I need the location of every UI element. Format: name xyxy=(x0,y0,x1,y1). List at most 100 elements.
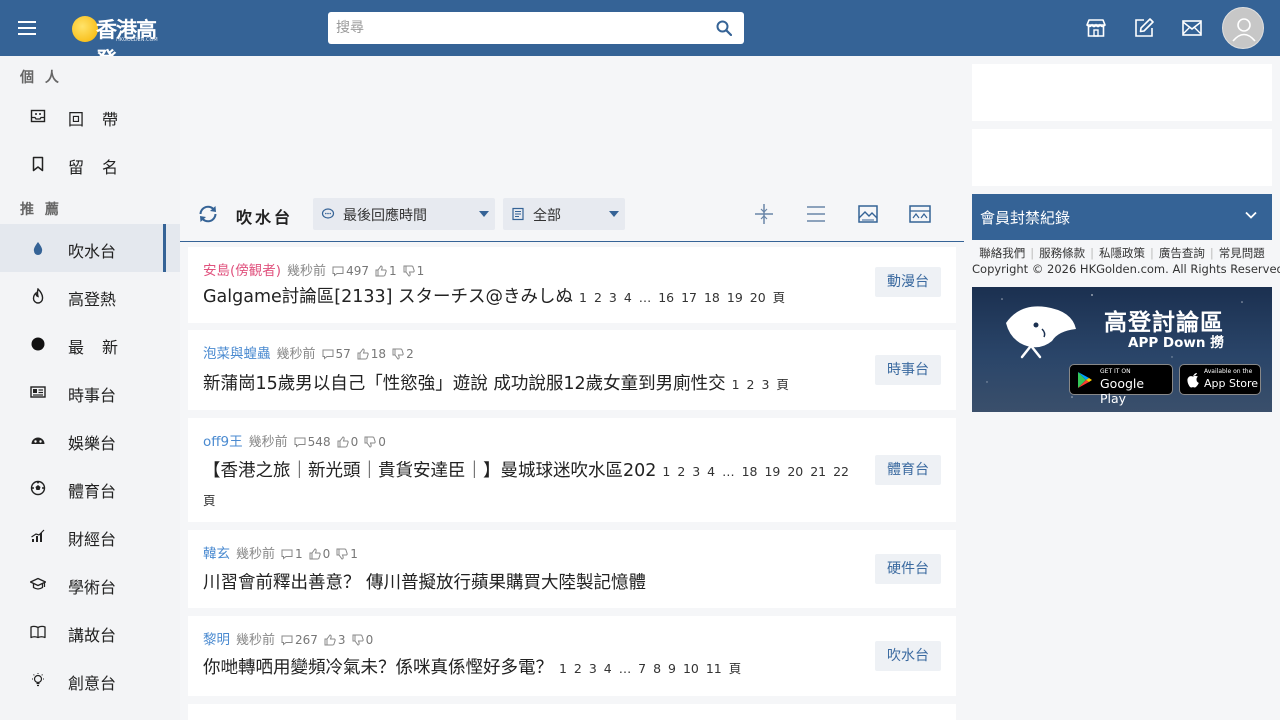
refresh-icon[interactable] xyxy=(196,202,220,226)
post-card[interactable]: 安島(傍観者) 幾秒前 497 1 1 Galgame討論區[2133] スターチス@きみ… xyxy=(188,247,956,323)
sidebar-item-latest[interactable]: 最新 xyxy=(0,320,180,368)
thumbs-up-icon xyxy=(375,265,387,277)
sidebar-item-hot[interactable]: 高登熱 xyxy=(0,272,180,320)
post-card[interactable]: 泡菜與蝗蟲 幾秒前 57 18 2 新蒲崗15歲男以自己「性慾強」遊說 成功說服12歲女童… xyxy=(188,330,956,410)
footer-links: 聯絡我們 | 服務條款 | 私隱政策 | 廣告查詢 | 常見問題 xyxy=(979,246,1265,260)
search-icon[interactable] xyxy=(716,20,732,36)
reply-count: 57 xyxy=(322,347,351,361)
post-card[interactable] xyxy=(188,704,956,720)
lightbulb-icon xyxy=(32,673,44,687)
search-input[interactable] xyxy=(328,12,698,44)
post-author[interactable]: 黎明 xyxy=(203,632,230,648)
post-title-text: 新蒲崗15歲男以自己「性慾強」遊說 成功說服12歲女童到男廁性交 xyxy=(203,374,726,394)
sidebar-item-chat[interactable]: 吹水台 xyxy=(0,224,180,272)
thumbs-up-icon xyxy=(337,436,349,448)
post-title[interactable]: 新蒲崗15歲男以自己「性慾強」遊說 成功說服12歲女童到男廁性交 1 2 3 頁 xyxy=(203,370,868,399)
avatar[interactable] xyxy=(1222,7,1264,49)
sidebar-item-stories[interactable]: 講故台 xyxy=(0,608,180,656)
reply-count-value: 267 xyxy=(295,633,318,647)
site-logo[interactable]: 香港高登 HKGOLDEN.COM xyxy=(70,10,170,72)
post-title[interactable]: Galgame討論區[2133] スターチス@きみしぬ 1 2 3 4 … 16 … xyxy=(203,283,868,312)
app-store-small: Available on the xyxy=(1204,368,1253,375)
hamburger-menu-icon[interactable] xyxy=(14,14,42,42)
compact-view-icon[interactable] xyxy=(752,202,776,226)
thumbs-down-icon xyxy=(403,265,415,277)
channel-tag[interactable]: 動漫台 xyxy=(875,267,941,297)
reply-count: 267 xyxy=(281,633,318,647)
sidebar-item-academic[interactable]: 學術台 xyxy=(0,560,180,608)
post-card[interactable]: off9王 幾秒前 548 0 0 【香港之旅｜新光頭｜貴貨安達臣｜】曼城球迷吹水區202… xyxy=(188,418,956,522)
dislike-count: 0 xyxy=(364,435,386,449)
apple-icon xyxy=(1187,372,1199,388)
channel-tag[interactable]: 時事台 xyxy=(875,355,941,385)
sidebar-item-label: 高登熱 xyxy=(68,290,117,309)
dislike-count-value: 2 xyxy=(406,347,414,361)
post-title[interactable]: 川習會前釋出善意？ 傳川普擬放行蘋果購買大陸製記憶體 xyxy=(203,569,868,598)
channel-tag[interactable]: 體育台 xyxy=(875,455,941,485)
dislike-count: 1 xyxy=(336,547,358,561)
post-author[interactable]: 泡菜與蝗蟲 xyxy=(203,346,271,362)
sort-dropdown[interactable]: 最後回應時間 xyxy=(313,198,495,230)
post-title[interactable]: 你哋轉哂用變頻冷氣未？係咪真係慳好多電？ 1 2 3 4 … 7 8 9 10 1… xyxy=(203,654,868,683)
thumbs-down-icon xyxy=(392,348,404,360)
post-author[interactable]: 韓玄 xyxy=(203,546,230,562)
sidebar-item-label: 留名 xyxy=(68,158,137,177)
post-time: 幾秒前 xyxy=(236,633,276,648)
edit-post-icon[interactable] xyxy=(1132,16,1156,40)
dislike-count: 0 xyxy=(352,633,373,647)
footer-link-faq[interactable]: 常見問題 xyxy=(1219,246,1265,260)
shop-icon[interactable] xyxy=(1084,16,1108,40)
filter-list-icon xyxy=(512,207,524,221)
footer-link-privacy[interactable]: 私隱政策 xyxy=(1099,246,1145,260)
user-icon xyxy=(1232,18,1256,42)
reply-count: 1 xyxy=(281,547,303,561)
image-view-icon[interactable] xyxy=(856,202,880,226)
post-title-text: Galgame討論區[2133] スターチス@きみしぬ xyxy=(203,287,574,307)
channel-tag[interactable]: 吹水台 xyxy=(875,641,941,671)
ad-slot xyxy=(972,129,1272,186)
sidebar-item-finance[interactable]: 財經台 xyxy=(0,512,180,560)
post-pages[interactable]: 1 2 3 頁 xyxy=(732,377,789,392)
thumbs-up-icon xyxy=(357,348,369,360)
channel-tag[interactable]: 硬件台 xyxy=(875,554,941,584)
google-play-button[interactable]: GET IT ON Google Play xyxy=(1069,364,1173,406)
post-title[interactable]: 【香港之旅｜新光頭｜貴貨安達臣｜】曼城球迷吹水區202 1 2 3 4 … 18 … xyxy=(203,457,868,515)
comment-icon xyxy=(294,437,306,448)
app-store-button[interactable]: Available on the App Store xyxy=(1179,364,1261,395)
sidebar-item-entertainment[interactable]: 娛樂台 xyxy=(0,416,180,464)
sidebar-item-creative[interactable]: 創意台 xyxy=(0,656,180,704)
sort-dropdown-value: 最後回應時間 xyxy=(343,208,427,224)
sidebar-item-bookmarks[interactable]: 留名 xyxy=(0,140,180,188)
post-time: 幾秒前 xyxy=(276,347,316,362)
post-card[interactable]: 韓玄 幾秒前 1 0 1 川習會前釋出善意？ 傳川普擬放行蘋果購買大陸製記憶體 硬件台 xyxy=(188,530,956,608)
gallery-view-icon[interactable] xyxy=(908,202,932,226)
post-author[interactable]: off9王 xyxy=(203,434,243,450)
sidebar-item-current-affairs[interactable]: 時事台 xyxy=(0,368,180,416)
sidebar-item-label: 體育台 xyxy=(68,482,117,501)
footer-link-terms[interactable]: 服務條款 xyxy=(1039,246,1085,260)
post-pages[interactable]: 1 2 3 4 … 7 8 9 10 11 頁 xyxy=(559,661,741,676)
sidebar-item-sports[interactable]: 體育台 xyxy=(0,464,180,512)
sidebar-item-replies[interactable]: 回帶 xyxy=(0,92,180,140)
chevron-down-icon xyxy=(1245,211,1257,219)
like-count-value: 18 xyxy=(370,347,387,361)
post-title-text: 你哋轉哂用變頻冷氣未？係咪真係慳好多電？ xyxy=(203,658,553,678)
mail-icon[interactable] xyxy=(1180,16,1204,40)
comment-icon xyxy=(321,208,335,219)
ban-record-label: 會員封禁紀錄 xyxy=(980,209,1071,227)
footer-link-contact[interactable]: 聯絡我們 xyxy=(979,246,1025,260)
post-title-text: 川習會前釋出善意？ 傳川普擬放行蘋果購買大陸製記憶體 xyxy=(203,573,647,593)
like-count-value: 0 xyxy=(322,547,331,561)
logo-subtext: HKGOLDEN.COM xyxy=(116,37,158,43)
filter-dropdown[interactable]: 全部 xyxy=(503,198,625,230)
post-time: 幾秒前 xyxy=(287,264,327,279)
post-author[interactable]: 安島(傍観者) xyxy=(203,263,281,279)
fire-icon xyxy=(32,288,44,304)
app-download-banner[interactable]: 高登討論區 APP Down 撈 GET IT ON Google Play A… xyxy=(972,287,1272,412)
post-card[interactable]: 黎明 幾秒前 267 3 0 你哋轉哂用變頻冷氣未？係咪真係慳好多電？ 1 2 3 4 … … xyxy=(188,616,956,696)
ban-record-toggle[interactable]: 會員封禁紀錄 xyxy=(972,194,1272,240)
footer-link-advertising[interactable]: 廣告查詢 xyxy=(1159,246,1205,260)
post-pages[interactable]: 1 2 3 4 … 16 17 18 19 20 頁 xyxy=(579,290,785,305)
list-view-icon[interactable] xyxy=(804,202,828,226)
personal-section-label: 個 人 xyxy=(20,70,62,86)
